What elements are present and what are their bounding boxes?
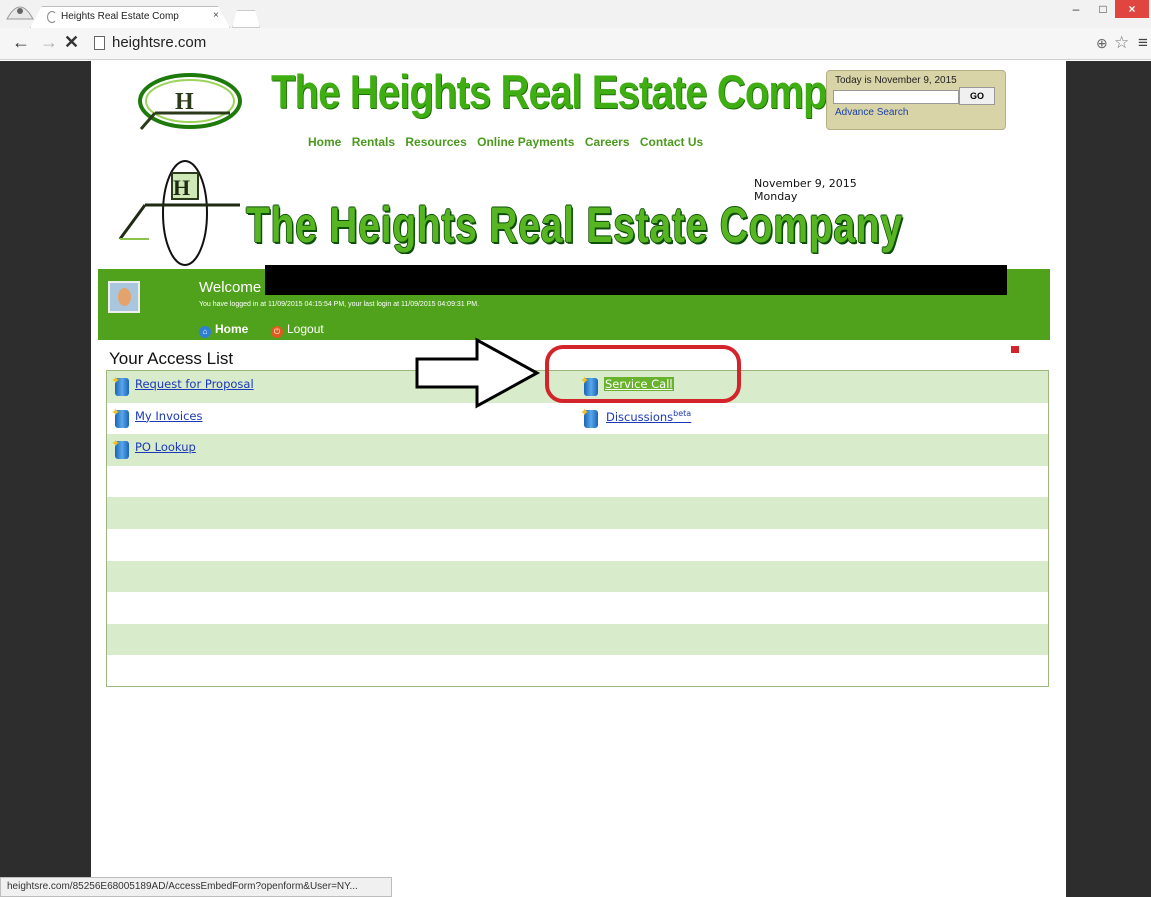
svg-text:H: H [173, 175, 190, 200]
discussions-link[interactable]: Discussionsbeta [606, 409, 691, 424]
tab-title: Heights Real Estate Comp [61, 11, 179, 22]
beta-badge: beta [673, 408, 692, 418]
annotation-highlight-circle [545, 345, 741, 403]
site-title: The Heights Real Estate Company [271, 65, 894, 118]
go-button[interactable]: GO [959, 87, 995, 105]
browser-toolbar: ← → ✕ heightsre.com ⊕ ☆ ≡ [0, 28, 1151, 60]
home-link[interactable]: ⌂ Home [199, 322, 248, 338]
advance-search-link[interactable]: Advance Search [835, 107, 908, 118]
nav-contact-us[interactable]: Contact Us [640, 135, 703, 149]
table-row [107, 592, 1048, 624]
address-bar[interactable]: heightsre.com [112, 34, 206, 51]
company-logo[interactable]: H [135, 71, 245, 131]
table-row: ✦ My Invoices ✦ Discussionsbeta [107, 403, 1048, 435]
table-row [107, 466, 1048, 498]
table-row: ✦ PO Lookup [107, 434, 1048, 466]
database-icon: ✦ [580, 407, 600, 429]
nav-rentals[interactable]: Rentals [352, 135, 395, 149]
table-row [107, 529, 1048, 561]
welcome-bar: Welcome You have logged in at 11/09/2015… [98, 265, 1050, 340]
search-input[interactable] [833, 90, 959, 104]
avatar [108, 281, 140, 313]
home-icon: ⌂ [199, 326, 211, 338]
minimize-button[interactable]: – [1066, 0, 1086, 18]
current-date: November 9, 2015 Monday [754, 177, 857, 203]
search-box: Today is November 9, 2015 GO Advance Sea… [826, 70, 1006, 130]
bookmark-star-icon[interactable]: ☆ [1114, 33, 1129, 53]
top-navigation: Home Rentals Resources Online Payments C… [308, 135, 710, 149]
table-row [107, 560, 1048, 593]
nav-resources[interactable]: Resources [405, 135, 466, 149]
browser-viewport: H The Heights Real Estate Company Home R… [0, 61, 1151, 897]
browser-menu-icon[interactable]: ≡ [1138, 33, 1148, 53]
date-text: November 9, 2015 [754, 177, 857, 190]
access-list-table: ✦ Request for Proposal ✦ Service Call ✦ … [106, 370, 1049, 687]
web-page: H The Heights Real Estate Company Home R… [91, 61, 1066, 897]
new-tab-button[interactable] [232, 10, 260, 28]
loading-spinner-icon [47, 11, 57, 23]
status-bar-url: heightsre.com/85256E68005189AD/AccessEmb… [0, 877, 392, 897]
stop-button[interactable]: ✕ [64, 32, 79, 52]
database-icon: ✦ [111, 375, 131, 397]
nav-home[interactable]: Home [308, 135, 341, 149]
nav-online-payments[interactable]: Online Payments [477, 135, 574, 149]
browser-tab[interactable]: Heights Real Estate Comp × [30, 6, 230, 28]
forward-button[interactable]: → [40, 32, 58, 52]
zoom-icon[interactable]: ⊕ [1096, 35, 1108, 52]
login-info: You have logged in at 11/09/2015 04:15:5… [199, 301, 480, 308]
close-window-button[interactable]: × [1115, 0, 1149, 18]
table-row [107, 623, 1048, 656]
company-logo-large: H [118, 160, 240, 266]
annotation-arrow-icon [415, 337, 541, 409]
today-date: Today is November 9, 2015 [835, 75, 957, 86]
redacted-username [265, 265, 1007, 295]
database-icon: ✦ [111, 407, 131, 429]
my-invoices-link[interactable]: My Invoices [135, 409, 203, 423]
day-text: Monday [754, 190, 798, 203]
request-for-proposal-link[interactable]: Request for Proposal [135, 377, 254, 391]
svg-text:H: H [175, 89, 194, 115]
table-row [107, 497, 1048, 529]
profile-icon[interactable] [4, 1, 36, 21]
table-row [107, 655, 1048, 687]
power-icon: ⏻ [271, 326, 283, 338]
page-icon [94, 36, 105, 50]
browser-titlebar: Heights Real Estate Comp × – □ × [0, 0, 1151, 28]
database-icon: ✦ [111, 438, 131, 460]
back-button[interactable]: ← [12, 32, 30, 52]
red-marker [1011, 346, 1019, 353]
banner-title: The Heights Real Estate Company [246, 197, 904, 253]
logout-link[interactable]: ⏻ Logout [271, 322, 324, 338]
nav-careers[interactable]: Careers [585, 135, 630, 149]
maximize-button[interactable]: □ [1093, 0, 1113, 18]
welcome-label: Welcome [199, 279, 262, 296]
access-list-title: Your Access List [109, 349, 234, 368]
po-lookup-link[interactable]: PO Lookup [135, 440, 196, 454]
tab-close-icon[interactable]: × [213, 10, 219, 21]
